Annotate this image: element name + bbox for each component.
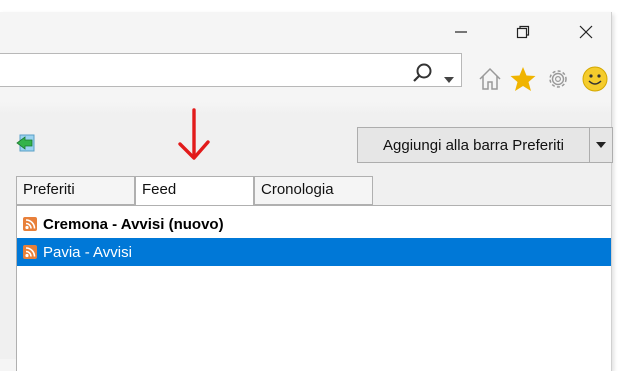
favorites-dropdown-button[interactable] [589, 127, 613, 163]
list-item[interactable]: Pavia - Avvisi [17, 238, 611, 266]
search-icon[interactable] [412, 62, 434, 89]
feed-label: Cremona - Avvisi (nuovo) [43, 215, 224, 233]
restore-button[interactable] [511, 20, 535, 44]
smiley-icon[interactable] [582, 66, 608, 97]
rss-icon [23, 217, 37, 231]
tab-feed[interactable]: Feed [135, 176, 254, 207]
annotation-arrow [174, 108, 214, 169]
chevron-down-icon[interactable] [444, 70, 454, 88]
tab-label: Feed [142, 181, 177, 198]
tab-label: Preferiti [23, 181, 75, 198]
tab-label: Cronologia [261, 181, 334, 198]
feed-label: Pavia - Avvisi [43, 243, 132, 261]
star-icon[interactable] [510, 66, 536, 97]
home-icon[interactable] [477, 66, 503, 97]
add-to-favorites-bar-button[interactable]: Aggiungi alla barra Preferiti [357, 127, 590, 163]
minimize-button[interactable] [449, 20, 473, 44]
rss-icon [23, 245, 37, 259]
restore-icon [516, 25, 530, 39]
close-icon [579, 25, 593, 39]
gear-icon[interactable] [545, 66, 571, 97]
minimize-icon [455, 31, 467, 33]
feed-list: Cremona - Avvisi (nuovo) Pavia - Avvisi [16, 205, 611, 371]
tab-cronologia[interactable]: Cronologia [254, 176, 373, 205]
tab-preferiti[interactable]: Preferiti [16, 176, 135, 205]
title-bar [0, 12, 611, 52]
back-arrow-icon[interactable] [16, 134, 38, 152]
chevron-down-icon [596, 142, 606, 148]
list-item[interactable]: Cremona - Avvisi (nuovo) [17, 210, 611, 238]
close-button[interactable] [574, 20, 598, 44]
add-to-favorites-bar-label: Aggiungi alla barra Preferiti [383, 136, 564, 154]
address-bar[interactable] [0, 53, 462, 87]
